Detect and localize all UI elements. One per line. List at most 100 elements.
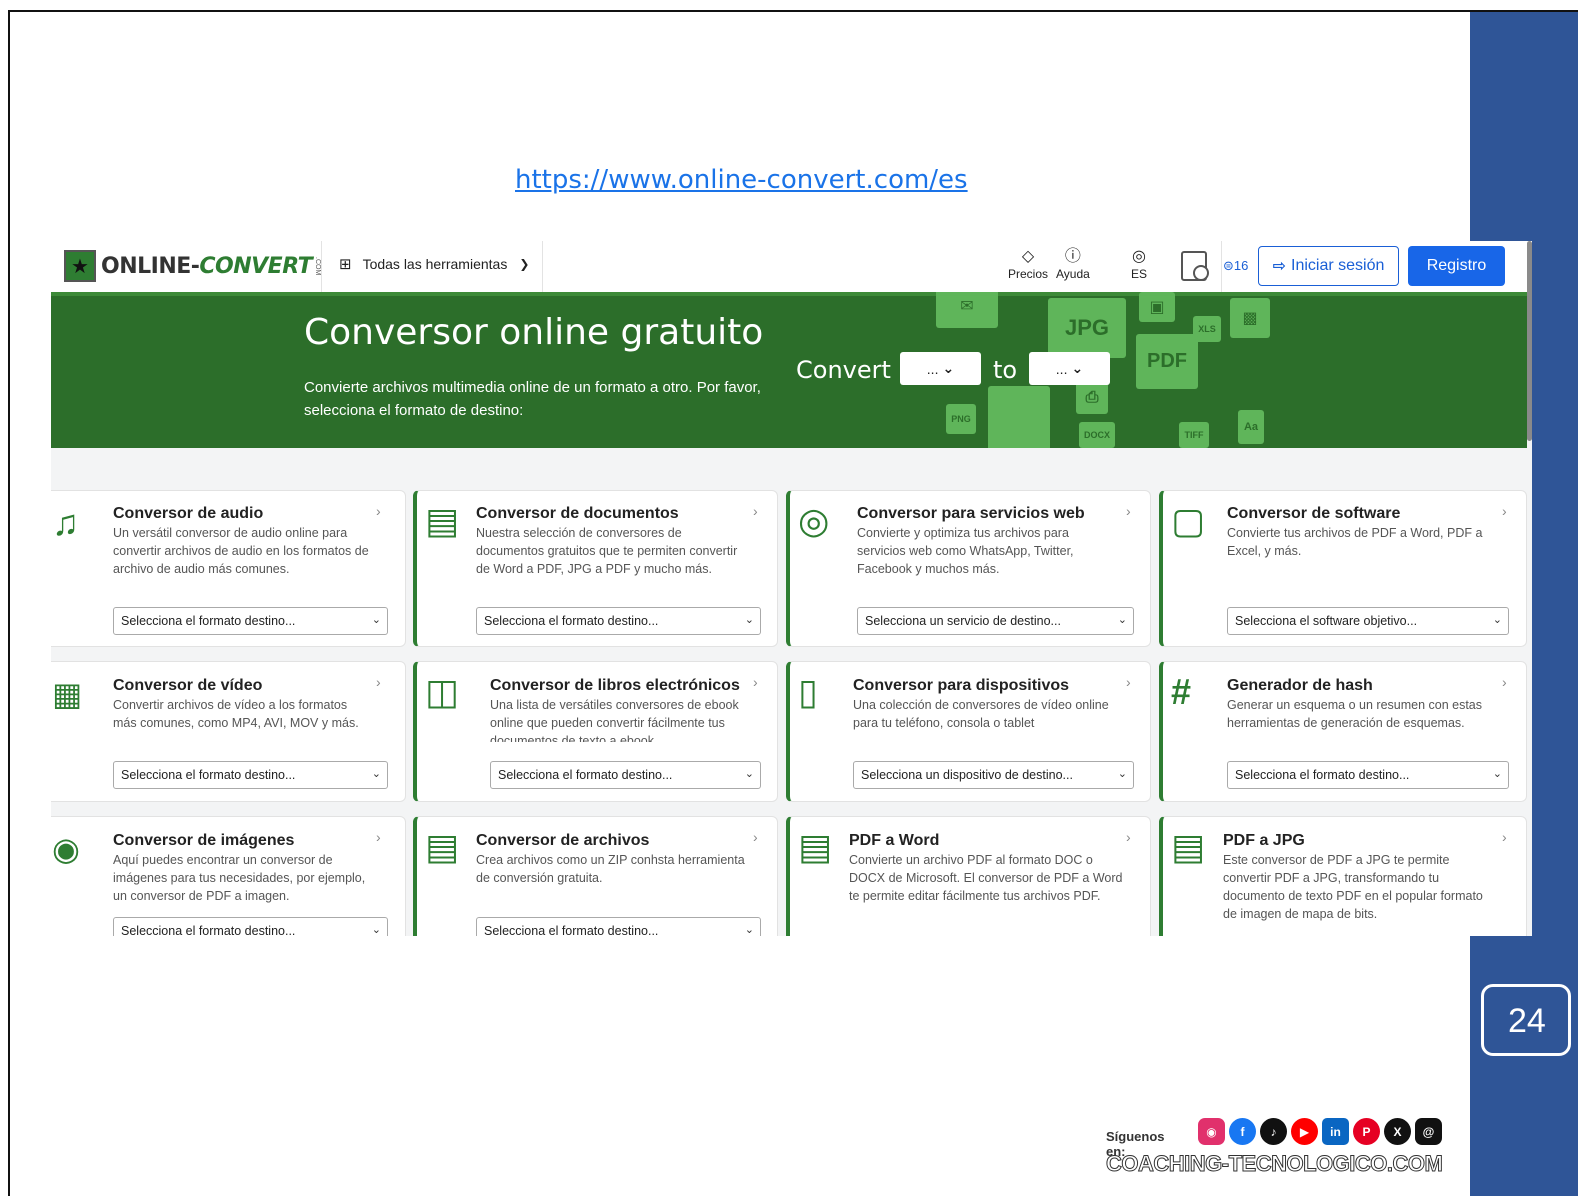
- credits-indicator[interactable]: ⊜16: [1223, 258, 1248, 274]
- facebook-icon[interactable]: f: [1229, 1118, 1256, 1145]
- chevron-right-icon: ›: [753, 503, 758, 519]
- monitor-icon: ▢: [1171, 500, 1206, 541]
- select-value: Selecciona el formato destino...: [484, 924, 659, 936]
- target-format-select[interactable]: Selecciona el formato destino... ⌄: [1227, 761, 1509, 789]
- card-title: Conversor de audio: [113, 505, 264, 522]
- source-format-select[interactable]: ... ⌄: [900, 352, 981, 385]
- film-icon: ▦: [52, 676, 83, 712]
- chevron-down-icon: ⌄: [744, 614, 754, 626]
- target-format-select[interactable]: Selecciona el formato destino... ⌄: [476, 917, 761, 936]
- grid-icon: ⊞: [339, 256, 352, 273]
- envelope-decoration-icon: ✉: [936, 292, 998, 328]
- chevron-right-icon: ›: [1126, 829, 1131, 845]
- linkedin-icon[interactable]: in: [1322, 1118, 1349, 1145]
- music-note-icon: ♫: [52, 502, 79, 543]
- books-icon: ◫: [425, 671, 460, 712]
- target-format-select[interactable]: Selecciona el formato destino... ⌄: [113, 607, 388, 635]
- card-description: Aquí puedes encontrar un conversor de im…: [113, 853, 366, 903]
- header-divider: [542, 241, 543, 292]
- all-tools-label: Todas las herramientas: [362, 256, 508, 272]
- pricing-label: Precios: [1008, 267, 1049, 281]
- card-title: PDF a JPG: [1223, 832, 1305, 849]
- target-format-select[interactable]: Selecciona el formato destino... ⌄: [113, 917, 388, 936]
- website-url-link[interactable]: https://www.online-convert.com/es: [515, 165, 968, 195]
- login-label: Iniciar sesión: [1291, 257, 1385, 274]
- zip-file-icon: ▤: [425, 826, 460, 867]
- ebook-converter-card[interactable]: ◫ Conversor de libros electrónicos › Una…: [413, 661, 778, 802]
- document-converter-card[interactable]: ▤ Conversor de documentos › Nuestra sele…: [413, 490, 778, 647]
- all-tools-dropdown[interactable]: ⊞ Todas las herramientas ❯: [339, 255, 529, 273]
- target-format-select[interactable]: Selecciona el formato destino... ⌄: [113, 761, 388, 789]
- language-label: ES: [1131, 267, 1148, 281]
- tiktok-icon[interactable]: ♪: [1260, 1118, 1287, 1145]
- instagram-icon[interactable]: ◉: [1198, 1118, 1225, 1145]
- website-screenshot: ONLINE-CONVERT .COM ⊞ Todas las herramie…: [51, 241, 1532, 936]
- image-converter-card[interactable]: ◉ Conversor de imágenes › Aquí puedes en…: [51, 816, 406, 936]
- target-service-select[interactable]: Selecciona un servicio de destino... ⌄: [857, 607, 1134, 635]
- page-number: 24: [1508, 1002, 1546, 1040]
- page-scrollbar[interactable]: [1527, 241, 1532, 441]
- select-value: Selecciona el formato destino...: [484, 614, 659, 628]
- image-file-icon: ▤: [1171, 826, 1206, 867]
- file-decoration: [988, 386, 1050, 448]
- software-converter-card[interactable]: ▢ Conversor de software › Convierte tus …: [1159, 490, 1527, 647]
- target-format-value: ...: [1055, 360, 1068, 377]
- threads-icon[interactable]: @: [1415, 1118, 1442, 1145]
- target-software-select[interactable]: Selecciona el software objetivo... ⌄: [1227, 607, 1509, 635]
- card-title: Generador de hash: [1227, 677, 1373, 694]
- source-format-value: ...: [926, 360, 939, 377]
- register-button[interactable]: Registro: [1408, 246, 1505, 286]
- pinterest-icon[interactable]: P: [1353, 1118, 1380, 1145]
- card-description: Generar un esquema o un resumen con esta…: [1227, 698, 1483, 730]
- card-title: Conversor para dispositivos: [853, 677, 1070, 694]
- x-icon[interactable]: X: [1384, 1118, 1411, 1145]
- card-title: Conversor de libros electrónicos: [490, 677, 740, 694]
- select-value: Selecciona el formato destino...: [121, 614, 296, 628]
- pdf-to-word-card[interactable]: ▤ PDF a Word › Convierte un archivo PDF …: [786, 816, 1151, 936]
- page-number-box: 24: [1480, 958, 1578, 1076]
- card-title: Conversor de archivos: [476, 832, 650, 849]
- site-header: ONLINE-CONVERT .COM ⊞ Todas las herramie…: [51, 241, 1532, 292]
- chevron-right-icon: ›: [376, 503, 381, 519]
- target-device-select[interactable]: Selecciona un dispositivo de destino... …: [853, 761, 1134, 789]
- language-selector[interactable]: ◎ ES: [1131, 247, 1147, 281]
- target-format-select[interactable]: Selecciona el formato destino... ⌄: [476, 607, 761, 635]
- card-description: Convertir archivos de vídeo a los format…: [113, 698, 359, 730]
- pdf-to-jpg-card[interactable]: ▤ PDF a JPG › Este conversor de PDF a JP…: [1159, 816, 1527, 936]
- site-logo[interactable]: ONLINE-CONVERT .COM: [64, 250, 321, 282]
- target-format-select[interactable]: Selecciona el formato destino... ⌄: [490, 761, 761, 789]
- hash-icon: #: [1171, 671, 1192, 712]
- card-title: Conversor para servicios web: [857, 505, 1085, 522]
- hash-generator-card[interactable]: # Generador de hash › Generar un esquema…: [1159, 661, 1527, 802]
- chevron-right-icon: ›: [1126, 674, 1131, 690]
- card-title: PDF a Word: [849, 832, 940, 849]
- chevron-down-icon: ⌄: [1117, 768, 1127, 780]
- tiff-file-decoration: TIFF: [1179, 422, 1209, 448]
- chevron-down-icon: ⌄: [1117, 614, 1127, 626]
- select-value: Selecciona el formato destino...: [498, 768, 673, 782]
- convert-label: Convert: [796, 356, 891, 384]
- credits-icon: ⊜: [1223, 258, 1234, 273]
- logo-icon: [64, 250, 96, 282]
- archive-converter-card[interactable]: ▤ Conversor de archivos › Crea archivos …: [413, 816, 778, 936]
- document-icon: ▤: [425, 500, 460, 541]
- pricing-link[interactable]: ◇ Precios: [1008, 247, 1048, 281]
- chevron-down-icon: ⌄: [1492, 768, 1502, 780]
- logo-text-accent: CONVERT: [199, 253, 313, 279]
- card-title: Conversor de software: [1227, 505, 1401, 522]
- select-value: Selecciona el formato destino...: [1235, 768, 1410, 782]
- audio-converter-card[interactable]: ♫ Conversor de audio › Un versátil conve…: [51, 490, 406, 647]
- target-format-select[interactable]: ... ⌄: [1029, 352, 1110, 385]
- help-link[interactable]: ⓘ Ayuda: [1056, 247, 1090, 281]
- card-title: Conversor de documentos: [476, 505, 679, 522]
- video-converter-card[interactable]: ▦ Conversor de vídeo › Convertir archivo…: [51, 661, 406, 802]
- devices-converter-card[interactable]: ▯ Conversor para dispositivos › Una cole…: [786, 661, 1151, 802]
- login-button[interactable]: ⇨ Iniciar sesión: [1258, 246, 1399, 286]
- select-value: Selecciona el formato destino...: [121, 924, 296, 936]
- history-clipboard-icon[interactable]: [1181, 251, 1209, 281]
- youtube-icon[interactable]: ▶: [1291, 1118, 1318, 1145]
- credits-count: 16: [1233, 258, 1249, 273]
- web-services-converter-card[interactable]: ◎ Conversor para servicios web › Convier…: [786, 490, 1151, 647]
- card-description: Una lista de versátiles conversores de e…: [490, 698, 739, 742]
- to-label: to: [993, 356, 1018, 384]
